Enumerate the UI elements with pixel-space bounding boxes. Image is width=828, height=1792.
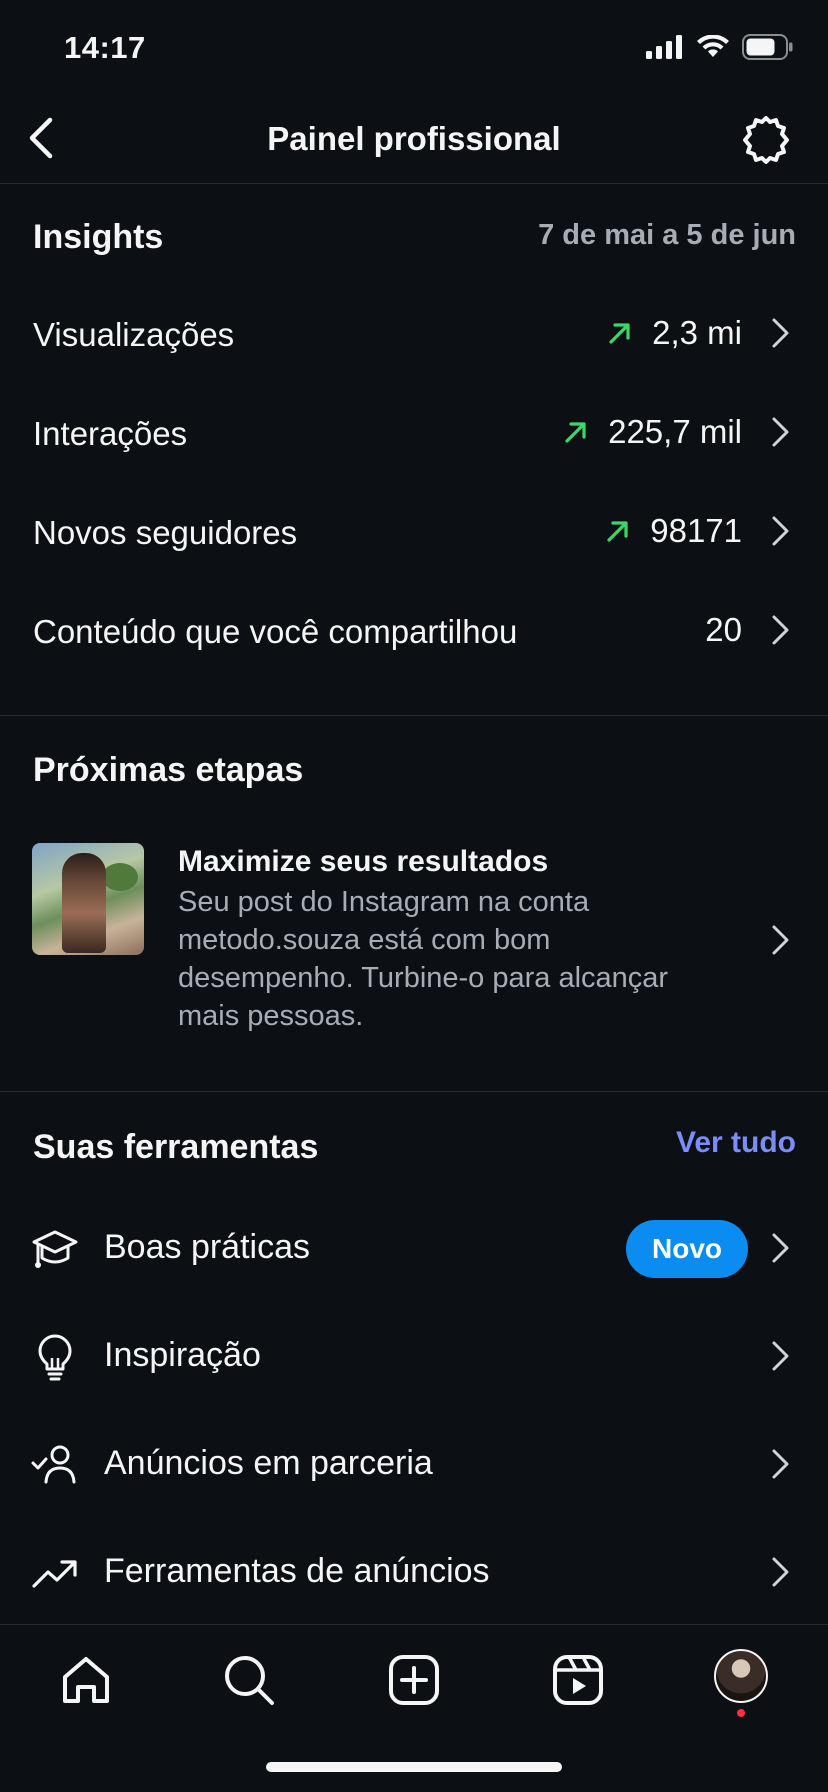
graduation-cap-icon bbox=[32, 1230, 78, 1268]
tool-row-ad-tools[interactable]: Ferramentas de anúncios bbox=[0, 1522, 828, 1622]
metric-value: 20 bbox=[705, 611, 742, 648]
lightbulb-icon bbox=[38, 1334, 72, 1381]
create-icon[interactable] bbox=[385, 1651, 443, 1709]
divider bbox=[0, 1091, 828, 1092]
reels-icon[interactable] bbox=[549, 1651, 607, 1709]
metric-row-new-followers[interactable]: Novos seguidores 98171 bbox=[0, 490, 828, 580]
metric-value: 2,3 mi bbox=[652, 314, 742, 351]
tool-label: Anúncios em parceria bbox=[104, 1444, 433, 1482]
chevron-right-icon bbox=[772, 516, 789, 546]
tab-bar bbox=[0, 1624, 828, 1792]
chevron-right-icon bbox=[772, 615, 789, 645]
settings-icon[interactable] bbox=[740, 114, 792, 166]
trend-up-icon bbox=[609, 323, 630, 344]
metric-row-views[interactable]: Visualizações 2,3 mi bbox=[0, 292, 828, 382]
metric-row-shared-content[interactable]: Conteúdo que você compartilhou 20 bbox=[0, 589, 828, 679]
page-title: Painel profissional bbox=[267, 120, 561, 157]
chevron-right-icon bbox=[772, 1557, 789, 1587]
chevron-right-icon bbox=[772, 925, 789, 955]
chevron-right-icon bbox=[772, 417, 789, 447]
chevron-right-icon bbox=[772, 1233, 789, 1263]
home-indicator bbox=[266, 1762, 562, 1772]
trend-up-icon bbox=[607, 521, 628, 542]
metric-label: Conteúdo que você compartilhou bbox=[33, 613, 518, 650]
metric-label: Interações bbox=[33, 415, 188, 452]
card-title: Maximize seus resultados bbox=[178, 845, 549, 878]
metric-value: 225,7 mil bbox=[608, 413, 742, 450]
insights-heading: Insights bbox=[33, 218, 164, 256]
next-step-card[interactable]: Maximize seus resultados Seu post do Ins… bbox=[0, 835, 828, 1045]
tool-label: Inspiração bbox=[104, 1336, 261, 1374]
tools-heading: Suas ferramentas bbox=[33, 1128, 319, 1166]
chevron-right-icon bbox=[772, 318, 789, 348]
person-check-icon bbox=[31, 1445, 76, 1484]
status-time: 14:17 bbox=[64, 30, 146, 65]
tool-row-best-practices[interactable]: Boas práticas Novo bbox=[0, 1198, 828, 1298]
date-range[interactable]: 7 de mai a 5 de jun bbox=[538, 219, 796, 252]
search-icon[interactable] bbox=[220, 1651, 278, 1709]
profile-avatar[interactable] bbox=[714, 1649, 768, 1703]
divider bbox=[0, 715, 828, 716]
metric-label: Visualizações bbox=[33, 316, 235, 353]
trend-up-icon bbox=[565, 422, 586, 443]
signal-icon bbox=[646, 35, 682, 59]
metric-label: Novos seguidores bbox=[33, 514, 298, 551]
wifi-icon bbox=[697, 35, 729, 57]
tool-label: Boas práticas bbox=[104, 1228, 310, 1266]
see-all-link[interactable]: Ver tudo bbox=[676, 1126, 796, 1160]
metric-value: 98171 bbox=[650, 512, 742, 549]
tool-row-partnership-ads[interactable]: Anúncios em parceria bbox=[0, 1414, 828, 1514]
metric-row-interactions[interactable]: Interações 225,7 mil bbox=[0, 391, 828, 481]
new-badge: Novo bbox=[626, 1220, 748, 1278]
notification-dot bbox=[737, 1709, 745, 1717]
post-thumbnail bbox=[32, 843, 144, 955]
trending-up-icon bbox=[32, 1560, 77, 1588]
chevron-right-icon bbox=[772, 1341, 789, 1371]
tool-label: Ferramentas de anúncios bbox=[104, 1552, 490, 1590]
tool-row-inspiration[interactable]: Inspiração bbox=[0, 1306, 828, 1406]
card-description: Seu post do Instagram na conta metodo.so… bbox=[178, 886, 669, 1032]
next-steps-heading: Próximas etapas bbox=[33, 751, 304, 789]
home-icon[interactable] bbox=[57, 1651, 115, 1709]
battery-icon bbox=[742, 34, 793, 60]
status-bar: 14:17 bbox=[0, 0, 828, 100]
nav-bar: Painel profissional bbox=[0, 100, 828, 184]
status-icons bbox=[646, 34, 794, 60]
chevron-right-icon bbox=[772, 1449, 789, 1479]
